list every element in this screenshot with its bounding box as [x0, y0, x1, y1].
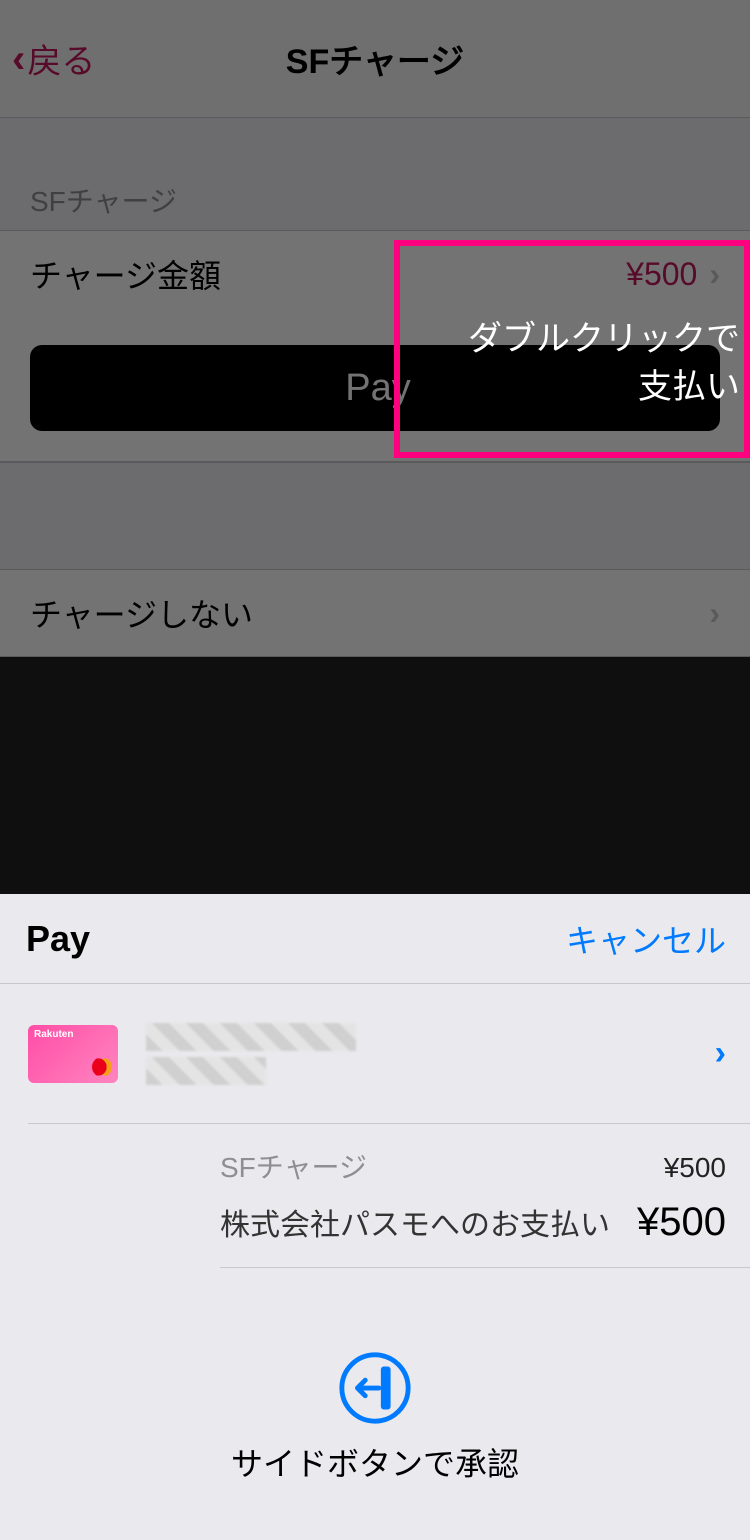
confirm-area: サイドボタンで承認	[0, 1268, 750, 1540]
apple-pay-logo: Pay	[24, 918, 90, 960]
double-click-hint-text: ダブルクリックで 支払い	[468, 316, 740, 411]
summary-total-value: ¥500	[637, 1200, 726, 1245]
redacted-line-1	[146, 1023, 356, 1051]
sheet-header: Pay キャンセル	[0, 894, 750, 984]
card-detail-redacted	[146, 1023, 687, 1085]
payment-card-row[interactable]: ›	[28, 984, 750, 1124]
summary-item-row: SFチャージ ¥500	[220, 1146, 726, 1186]
chevron-right-icon: ›	[715, 1034, 726, 1073]
confirm-instruction: サイドボタンで承認	[231, 1439, 519, 1485]
redacted-line-2	[146, 1057, 266, 1085]
cancel-button[interactable]: キャンセル	[566, 916, 726, 962]
summary-item-label: SFチャージ	[220, 1146, 367, 1186]
apple-pay-logo-text: Pay	[26, 918, 90, 960]
summary-total-row: 株式会社パスモへのお支払い ¥500	[220, 1200, 726, 1245]
side-button-icon	[336, 1349, 414, 1427]
summary-item-value: ¥500	[664, 1152, 726, 1184]
apple-pay-sheet: Pay キャンセル › SFチャージ ¥500 株式会社パスモへのお支払い ¥5…	[0, 894, 750, 1540]
summary-total-label: 株式会社パスモへのお支払い	[220, 1200, 610, 1244]
sheet-body: › SFチャージ ¥500 株式会社パスモへのお支払い ¥500	[0, 984, 750, 1268]
card-art-icon	[28, 1025, 118, 1083]
amount-summary: SFチャージ ¥500 株式会社パスモへのお支払い ¥500	[220, 1124, 750, 1268]
